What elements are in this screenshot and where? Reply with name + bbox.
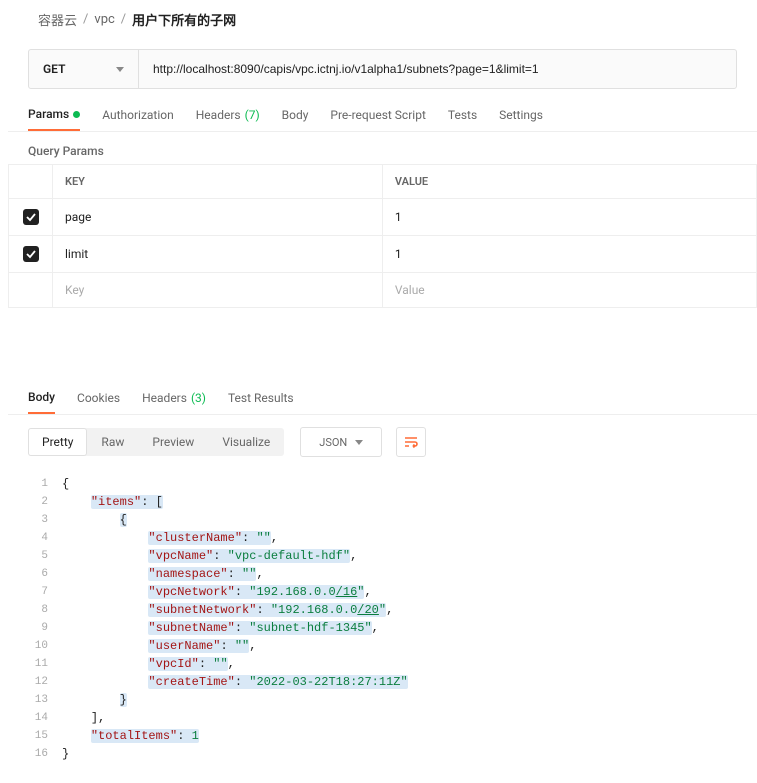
code-line: 10 "userName": "", <box>28 637 757 655</box>
breadcrumb: 容器云 / vpc / 用户下所有的子网 <box>8 0 757 39</box>
table-row-new: Key Value <box>9 273 757 308</box>
code-line: 7 "vpcNetwork": "192.168.0.0/16", <box>28 583 757 601</box>
tab-body[interactable]: Body <box>282 107 309 131</box>
response-tabs: Body Cookies Headers (3) Test Results <box>8 378 757 415</box>
table-row: page 1 <box>9 199 757 236</box>
tab-authorization[interactable]: Authorization <box>102 107 174 131</box>
method-label: GET <box>43 62 65 76</box>
response-subbar: Pretty Raw Preview Visualize JSON <box>8 415 757 469</box>
wrap-lines-button[interactable] <box>396 427 426 457</box>
params-table: KEY VALUE page 1 limit 1 Key Value <box>8 164 757 308</box>
code-line: 4 "clusterName": "", <box>28 529 757 547</box>
code-line: 3 { <box>28 511 757 529</box>
chevron-down-icon <box>355 440 363 445</box>
tab-resp-body[interactable]: Body <box>28 390 55 414</box>
url-input[interactable] <box>139 62 736 76</box>
col-value: VALUE <box>382 165 756 199</box>
breadcrumb-item[interactable]: vpc <box>94 12 114 27</box>
code-line: 6 "namespace": "", <box>28 565 757 583</box>
col-key: KEY <box>53 165 383 199</box>
code-line: 16} <box>28 745 757 763</box>
view-raw[interactable]: Raw <box>87 428 138 456</box>
code-line: 11 "vpcId": "", <box>28 655 757 673</box>
param-value-input[interactable]: Value <box>382 273 756 308</box>
param-value[interactable]: 1 <box>382 199 756 236</box>
request-tabs: Params Authorization Headers (7) Body Pr… <box>8 89 757 132</box>
code-line: 9 "subnetName": "subnet-hdf-1345", <box>28 619 757 637</box>
code-line: 2 "items": [ <box>28 493 757 511</box>
query-params-label: Query Params <box>8 132 757 164</box>
view-visualize[interactable]: Visualize <box>208 428 284 456</box>
breadcrumb-active: 用户下所有的子网 <box>132 10 236 29</box>
view-pretty[interactable]: Pretty <box>28 428 87 456</box>
checkbox[interactable] <box>23 246 39 262</box>
tab-resp-cookies[interactable]: Cookies <box>77 390 120 414</box>
url-bar: GET <box>28 49 737 89</box>
tab-params[interactable]: Params <box>28 107 80 131</box>
checkbox[interactable] <box>23 209 39 225</box>
breadcrumb-sep: / <box>121 12 126 27</box>
tab-prerequest[interactable]: Pre-request Script <box>330 107 425 131</box>
code-line: 13 } <box>28 691 757 709</box>
code-line: 12 "createTime": "2022-03-22T18:27:11Z" <box>28 673 757 691</box>
param-key-input[interactable]: Key <box>53 273 383 308</box>
code-line: 1{ <box>28 475 757 493</box>
code-line: 8 "subnetNetwork": "192.168.0.0/20", <box>28 601 757 619</box>
tab-headers[interactable]: Headers (7) <box>196 107 260 131</box>
breadcrumb-sep: / <box>83 12 88 27</box>
code-line: 14 ], <box>28 709 757 727</box>
chevron-down-icon <box>116 67 124 72</box>
wrap-icon <box>403 434 419 450</box>
format-select[interactable]: JSON <box>300 427 382 457</box>
tab-settings[interactable]: Settings <box>499 107 543 131</box>
param-key[interactable]: limit <box>53 236 383 273</box>
tab-tests[interactable]: Tests <box>448 107 477 131</box>
code-line: 5 "vpcName": "vpc-default-hdf", <box>28 547 757 565</box>
indicator-dot <box>73 111 80 118</box>
response-body[interactable]: 1{2 "items": [3 {4 "clusterName": "",5 "… <box>8 469 757 783</box>
breadcrumb-item[interactable]: 容器云 <box>38 10 77 29</box>
param-key[interactable]: page <box>53 199 383 236</box>
table-row: limit 1 <box>9 236 757 273</box>
view-mode-tabs: Pretty Raw Preview Visualize <box>28 428 284 456</box>
param-value[interactable]: 1 <box>382 236 756 273</box>
tab-resp-headers[interactable]: Headers (3) <box>142 390 206 414</box>
method-select[interactable]: GET <box>29 50 139 88</box>
view-preview[interactable]: Preview <box>138 428 208 456</box>
code-line: 15 "totalItems": 1 <box>28 727 757 745</box>
tab-resp-test[interactable]: Test Results <box>228 390 294 414</box>
